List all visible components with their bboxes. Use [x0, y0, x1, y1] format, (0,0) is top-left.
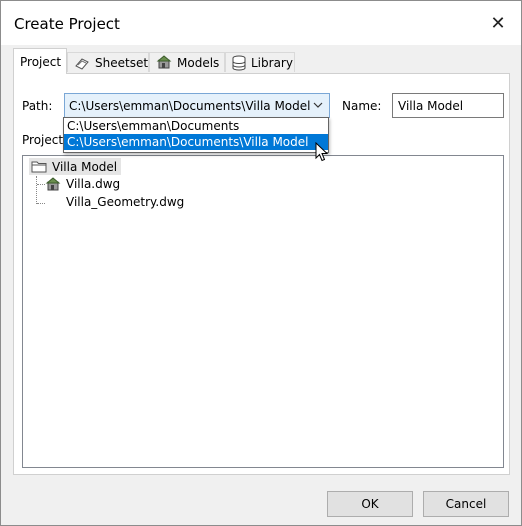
dropdown-option[interactable]: C:\Users\emman\Documents: [64, 118, 328, 134]
name-label: Name:: [342, 99, 382, 113]
database-icon: [232, 55, 246, 71]
models-icon: [156, 55, 172, 70]
folder-icon: [31, 160, 47, 173]
close-icon: ✕: [490, 12, 506, 34]
project-label: Project: [22, 133, 64, 147]
tree-connector: [36, 176, 37, 204]
tab-label: Library: [251, 55, 293, 70]
mouse-cursor-icon: [315, 141, 329, 165]
path-value: C:\Users\emman\Documents\Villa Model: [69, 98, 311, 113]
chevron-down-icon: [311, 98, 325, 112]
dropdown-option-selected[interactable]: C:\Users\emman\Documents\Villa Model: [64, 134, 328, 150]
name-value: Villa Model: [398, 98, 464, 113]
ok-button[interactable]: OK: [327, 491, 413, 517]
project-tree[interactable]: Villa Model Villa.dwg Villa_Geometry.dwg: [22, 155, 504, 468]
tab-project[interactable]: Project: [13, 48, 67, 74]
create-project-dialog: Create Project ✕ Project Sheetset Models…: [0, 0, 522, 526]
cancel-button[interactable]: Cancel: [423, 491, 509, 517]
path-combobox[interactable]: C:\Users\emman\Documents\Villa Model: [64, 93, 330, 118]
title-bar: Create Project ✕: [1, 1, 521, 45]
path-dropdown-list[interactable]: C:\Users\emman\Documents C:\Users\emman\…: [63, 117, 329, 153]
tab-label: Project: [20, 54, 62, 69]
tab-models[interactable]: Models: [149, 52, 225, 72]
tree-item-label: Villa.dwg: [66, 177, 121, 191]
tree-item-villa[interactable]: Villa.dwg: [45, 176, 120, 192]
tab-sheetset[interactable]: Sheetset: [67, 52, 149, 72]
tab-label: Models: [177, 55, 220, 70]
tab-label: Sheetset: [95, 55, 149, 70]
tree-item-villa-geometry[interactable]: Villa_Geometry.dwg: [66, 194, 184, 210]
name-input[interactable]: Villa Model: [392, 93, 504, 118]
dialog-title: Create Project: [14, 15, 120, 33]
tree-connector: [37, 203, 45, 204]
sheetset-icon: [74, 56, 90, 70]
tree-item-label: Villa_Geometry.dwg: [66, 195, 185, 209]
tree-root-item[interactable]: Villa Model: [29, 158, 122, 175]
tree-connector: [37, 184, 45, 185]
close-button[interactable]: ✕: [475, 1, 521, 45]
tab-library[interactable]: Library: [225, 52, 295, 72]
path-label: Path:: [22, 99, 53, 113]
tree-root-label: Villa Model: [52, 159, 118, 174]
model-file-icon: [45, 176, 61, 192]
